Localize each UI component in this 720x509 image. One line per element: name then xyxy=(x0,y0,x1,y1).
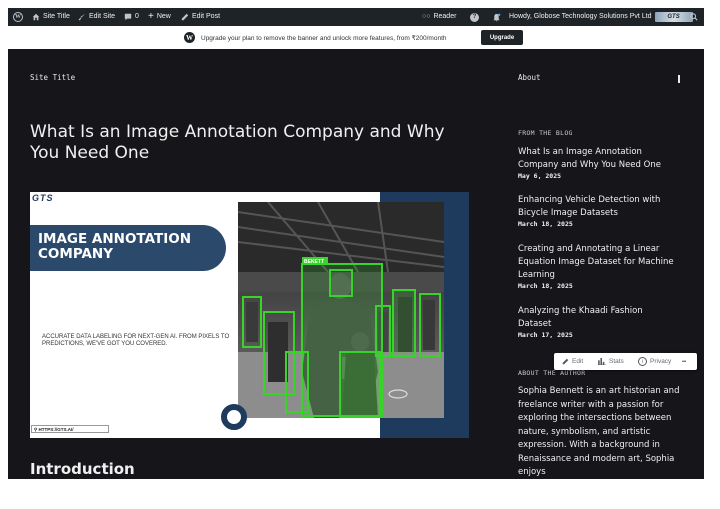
featured-image: GTS IMAGE ANNOTATION COMPANY ACCURATE DA… xyxy=(30,192,469,438)
menu-toggle-icon[interactable] xyxy=(678,75,680,83)
blog-post-title[interactable]: What Is an Image Annotation Company and … xyxy=(518,146,678,172)
edit-site-label: Edit Site xyxy=(89,13,116,20)
site-title-link[interactable]: Site Title xyxy=(30,73,75,82)
admin-bar: W Site Title Edit Site 0 + New Edit Post… xyxy=(8,8,704,26)
blog-post-date: March 18, 2025 xyxy=(518,220,573,228)
toolbar-more-button[interactable]: ••• xyxy=(682,353,686,370)
toolbar-stats-label: Stats xyxy=(609,358,624,365)
blog-post-item[interactable]: Enhancing Vehicle Detection with Bicycle… xyxy=(518,194,678,228)
browser-viewport: W Site Title Edit Site 0 + New Edit Post… xyxy=(8,8,704,479)
toolbar-edit-button[interactable]: Edit xyxy=(562,353,583,370)
reader-link[interactable]: ○○ Reader xyxy=(422,8,456,26)
toolbar-stats-button[interactable]: Stats xyxy=(598,353,624,370)
toolbar-edit-label: Edit xyxy=(572,358,584,365)
section-heading-introduction: Introduction xyxy=(30,460,135,478)
info-icon: i xyxy=(638,357,647,366)
admin-site-title[interactable]: Site Title xyxy=(32,8,70,26)
pencil-icon xyxy=(181,13,189,21)
blog-post-item[interactable]: Analyzing the Khaadi Fashion Dataset Mar… xyxy=(518,305,678,339)
upgrade-button[interactable]: Upgrade xyxy=(481,30,523,45)
admin-site-title-label: Site Title xyxy=(43,13,70,20)
toolbar-privacy-button[interactable]: i Privacy xyxy=(638,353,671,370)
brush-icon xyxy=(78,13,86,21)
blog-post-date: May 6, 2025 xyxy=(518,172,562,180)
featured-heading: IMAGE ANNOTATION COMPANY xyxy=(38,231,191,262)
comments-count: 0 xyxy=(135,13,139,20)
edit-post-link[interactable]: Edit Post xyxy=(181,8,220,26)
nav-about-link[interactable]: About xyxy=(518,73,541,82)
annotated-crowd-photo: BEKETT xyxy=(238,202,444,418)
blog-post-title[interactable]: Analyzing the Khaadi Fashion Dataset xyxy=(518,305,678,331)
blog-post-item[interactable]: What Is an Image Annotation Company and … xyxy=(518,146,678,180)
help-icon: ? xyxy=(470,12,479,22)
from-the-blog-heading: FROM THE BLOG xyxy=(518,129,573,137)
post-title: What Is an Image Annotation Company and … xyxy=(30,122,445,163)
avatar: GTS xyxy=(654,12,693,22)
new-content-menu[interactable]: + New xyxy=(148,8,171,26)
about-the-author-heading: ABOUT THE AUTHOR xyxy=(518,369,586,377)
admin-search-button[interactable] xyxy=(690,8,698,26)
site-page: Site Title About What Is an Image Annota… xyxy=(8,49,704,479)
pencil-icon xyxy=(562,358,569,365)
blog-post-title[interactable]: Creating and Annotating a Linear Equatio… xyxy=(518,243,678,282)
comment-icon xyxy=(124,13,132,21)
comments-link[interactable]: 0 xyxy=(124,8,139,26)
blog-post-date: March 18, 2025 xyxy=(518,282,573,290)
home-icon xyxy=(32,13,40,21)
wordpress-logo-icon: W xyxy=(184,32,195,43)
featured-tagline: ACCURATE DATA LABELING FOR NEXT-GEN AI. … xyxy=(42,334,230,347)
reader-icon: ○○ xyxy=(422,13,431,20)
blog-post-title[interactable]: Enhancing Vehicle Detection with Bicycle… xyxy=(518,194,678,220)
edit-post-label: Edit Post xyxy=(192,13,221,20)
featured-photo: BEKETT xyxy=(238,202,444,418)
decorative-ring xyxy=(221,404,247,430)
photo-tag-text: BEKETT xyxy=(304,259,324,265)
edit-site-link[interactable]: Edit Site xyxy=(78,8,115,26)
notifications-button[interactable] xyxy=(492,8,501,26)
blog-post-item[interactable]: Creating and Annotating a Linear Equatio… xyxy=(518,243,678,290)
post-actions-toolbar: Edit Stats i Privacy ••• xyxy=(554,353,697,370)
wordpress-logo-icon: W xyxy=(13,12,23,22)
help-button[interactable]: ? xyxy=(470,8,479,26)
toolbar-privacy-label: Privacy xyxy=(650,358,672,365)
howdy-label: Howdy, Globose Technology Solutions Pvt … xyxy=(509,13,652,20)
search-icon xyxy=(690,13,698,21)
featured-url: ⚲ HTTPS://GTS.AI/ xyxy=(31,425,109,433)
gts-logo: GTS xyxy=(32,193,54,203)
ellipsis-icon: ••• xyxy=(682,358,686,365)
blog-post-date: March 17, 2025 xyxy=(518,331,573,339)
upgrade-banner: W Upgrade your plan to remove the banner… xyxy=(8,26,704,49)
new-label: New xyxy=(156,13,171,20)
bar-chart-icon xyxy=(598,358,606,365)
account-menu[interactable]: Howdy, Globose Technology Solutions Pvt … xyxy=(509,8,693,26)
author-bio: Sophia Bennett is an art historian and f… xyxy=(518,386,680,477)
reader-label: Reader xyxy=(433,13,457,20)
bell-icon xyxy=(493,13,501,22)
plus-icon: + xyxy=(148,11,154,22)
banner-message: Upgrade your plan to remove the banner a… xyxy=(201,34,447,42)
featured-url-text: HTTPS://GTS.AI/ xyxy=(38,427,74,432)
wordpress-menu[interactable]: W xyxy=(13,8,23,26)
